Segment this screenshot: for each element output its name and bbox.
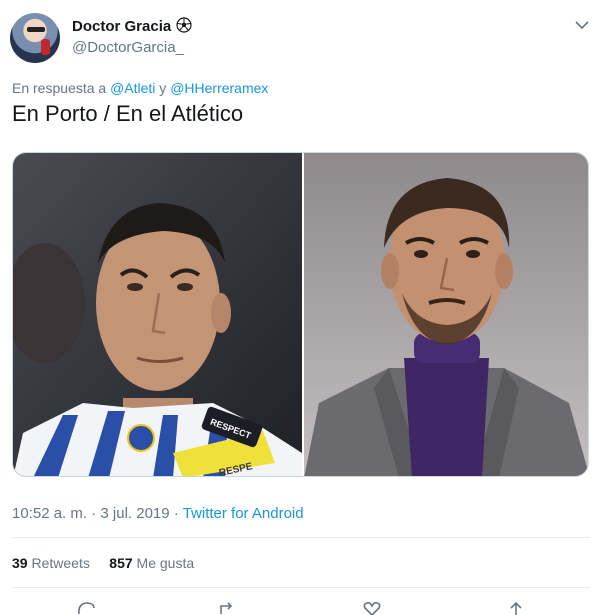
- reply-context: En respuesta a @Atleti y @HHerreramex: [12, 80, 268, 96]
- porto-crest-icon: [127, 424, 155, 452]
- reply-prefix: En respuesta a: [12, 80, 107, 96]
- soccer-ball-icon: [176, 17, 192, 33]
- share-icon[interactable]: [506, 600, 526, 615]
- reply-icon[interactable]: [76, 600, 96, 615]
- retweets-count: 39: [12, 555, 28, 571]
- chevron-down-icon[interactable]: [574, 18, 590, 32]
- avatar-glasses: [27, 27, 45, 32]
- reply-mention-atleti[interactable]: @Atleti: [110, 80, 155, 96]
- tweet-date-sep: ·: [91, 505, 97, 522]
- author-display-name[interactable]: Doctor Gracia: [72, 18, 171, 35]
- divider-bottom: [12, 587, 590, 588]
- tweet-source-sep: ·: [173, 505, 179, 522]
- retweets-label: Retweets: [31, 555, 90, 571]
- tweet-timestamp: 10:52 a. m. · 3 jul. 2019 · Twitter for …: [12, 505, 304, 522]
- tweet-time[interactable]: 10:52 a. m.: [12, 505, 87, 522]
- likes-label: Me gusta: [136, 555, 195, 571]
- retweet-icon[interactable]: [218, 600, 238, 615]
- tweet-date[interactable]: 3 jul. 2019: [100, 505, 169, 522]
- divider-top: [12, 537, 590, 538]
- retweets-stat[interactable]: 39 Retweets: [12, 555, 90, 571]
- likes-stat[interactable]: 857 Me gusta: [109, 555, 194, 571]
- likes-count: 857: [109, 555, 133, 571]
- media-photo-atletico[interactable]: [304, 153, 589, 477]
- reply-mention-hherreramex[interactable]: @HHerreramex: [170, 80, 268, 96]
- tweet-stats: 39 Retweets 857 Me gusta: [12, 555, 194, 571]
- author-handle[interactable]: @DoctorGarcia_: [72, 39, 184, 56]
- tweet-text: En Porto / En el Atlético: [12, 101, 244, 126]
- like-icon[interactable]: [362, 600, 382, 615]
- media-photo-porto[interactable]: RESPECT RESPE: [13, 153, 302, 477]
- author-avatar[interactable]: [10, 13, 60, 63]
- reply-conjunction: y: [159, 80, 167, 96]
- tweet-source-link[interactable]: Twitter for Android: [183, 505, 304, 522]
- avatar-microphone: [41, 39, 50, 55]
- tweet-media[interactable]: RESPECT RESPE: [12, 152, 589, 477]
